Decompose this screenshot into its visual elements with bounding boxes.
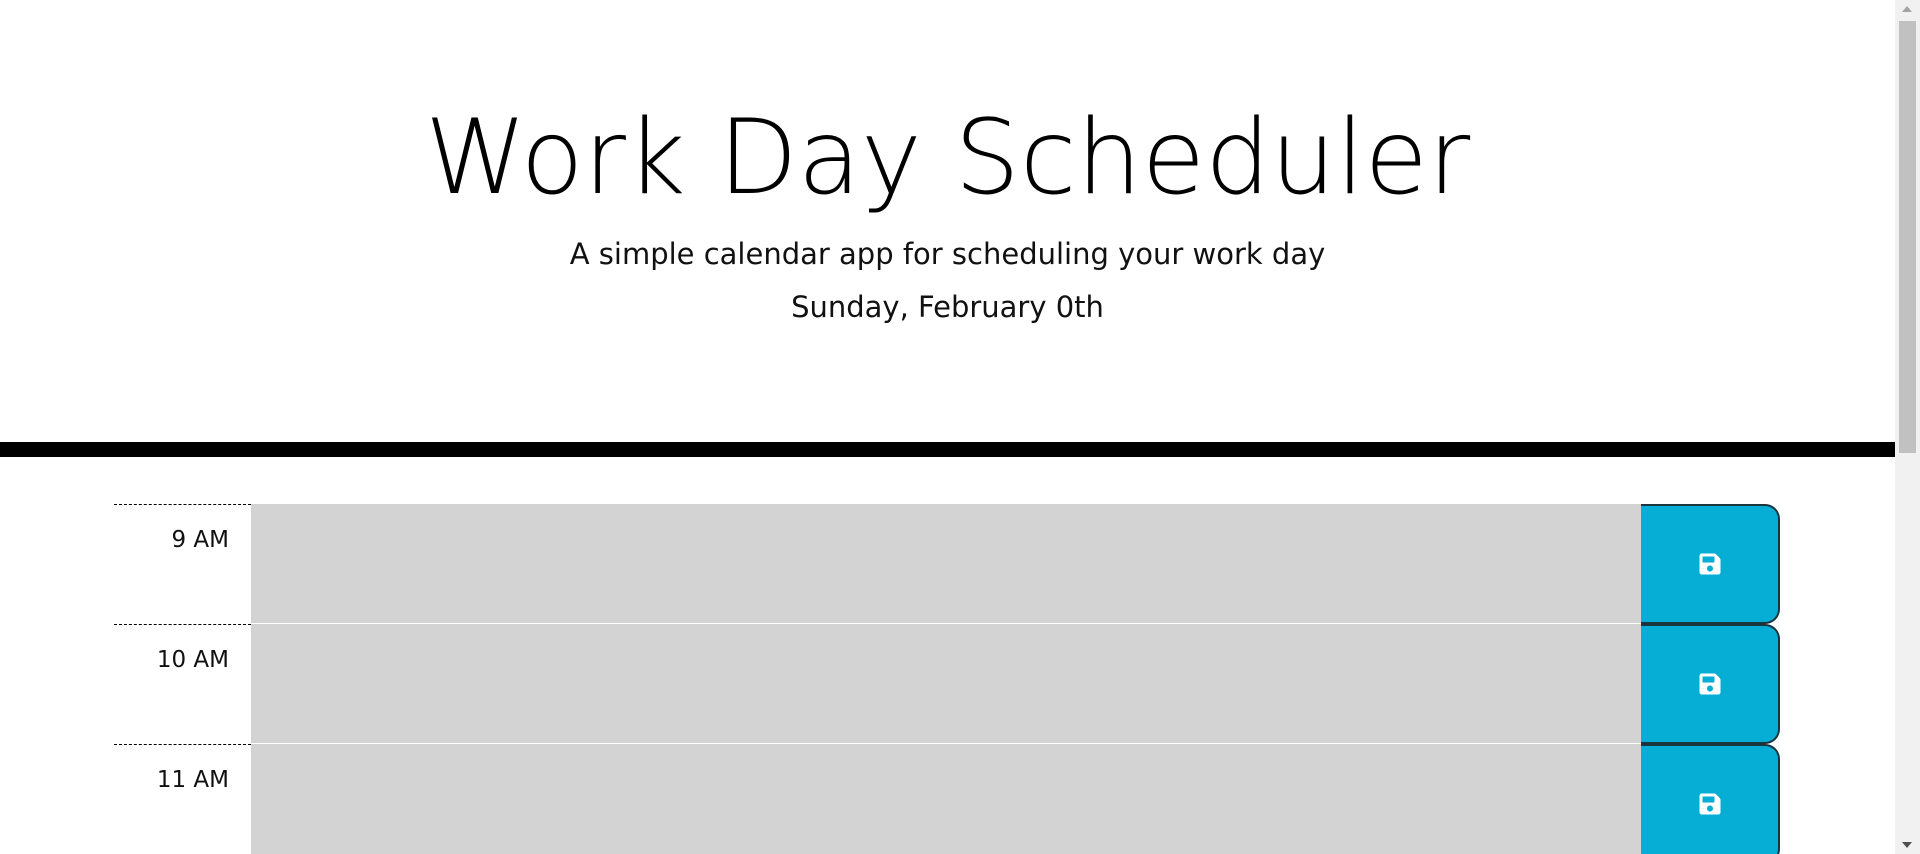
event-description-input[interactable] <box>251 744 1641 854</box>
scheduler: 9 AM 10 AM 11 AM <box>114 504 1780 854</box>
scroll-down-arrow-icon[interactable] <box>1902 842 1912 848</box>
page-subtitle: A simple calendar app for scheduling you… <box>569 237 1326 271</box>
current-day: Sunday, February 0th <box>791 290 1104 324</box>
event-description-input[interactable] <box>251 504 1641 624</box>
save-button[interactable] <box>1641 624 1780 744</box>
save-button[interactable] <box>1641 504 1780 624</box>
scrollbar-thumb[interactable] <box>1899 21 1916 453</box>
hour-label: 9 AM <box>114 504 251 624</box>
scroll-up-arrow-icon[interactable] <box>1902 6 1912 12</box>
hour-label: 11 AM <box>114 744 251 854</box>
floppy-disk-icon <box>1699 553 1720 575</box>
floppy-disk-icon <box>1699 673 1720 695</box>
page-title: Work Day Scheduler <box>424 98 1471 218</box>
event-description-input[interactable] <box>251 624 1641 744</box>
header: Work Day Scheduler A simple calendar app… <box>0 0 1895 457</box>
vertical-scrollbar[interactable] <box>1895 0 1920 854</box>
time-block-11am: 11 AM <box>114 744 1780 854</box>
save-button[interactable] <box>1641 744 1780 854</box>
hour-label: 10 AM <box>114 624 251 744</box>
time-block-10am: 10 AM <box>114 624 1780 744</box>
page: Work Day Scheduler A simple calendar app… <box>0 0 1895 854</box>
time-block-9am: 9 AM <box>114 504 1780 624</box>
floppy-disk-icon <box>1699 793 1720 815</box>
